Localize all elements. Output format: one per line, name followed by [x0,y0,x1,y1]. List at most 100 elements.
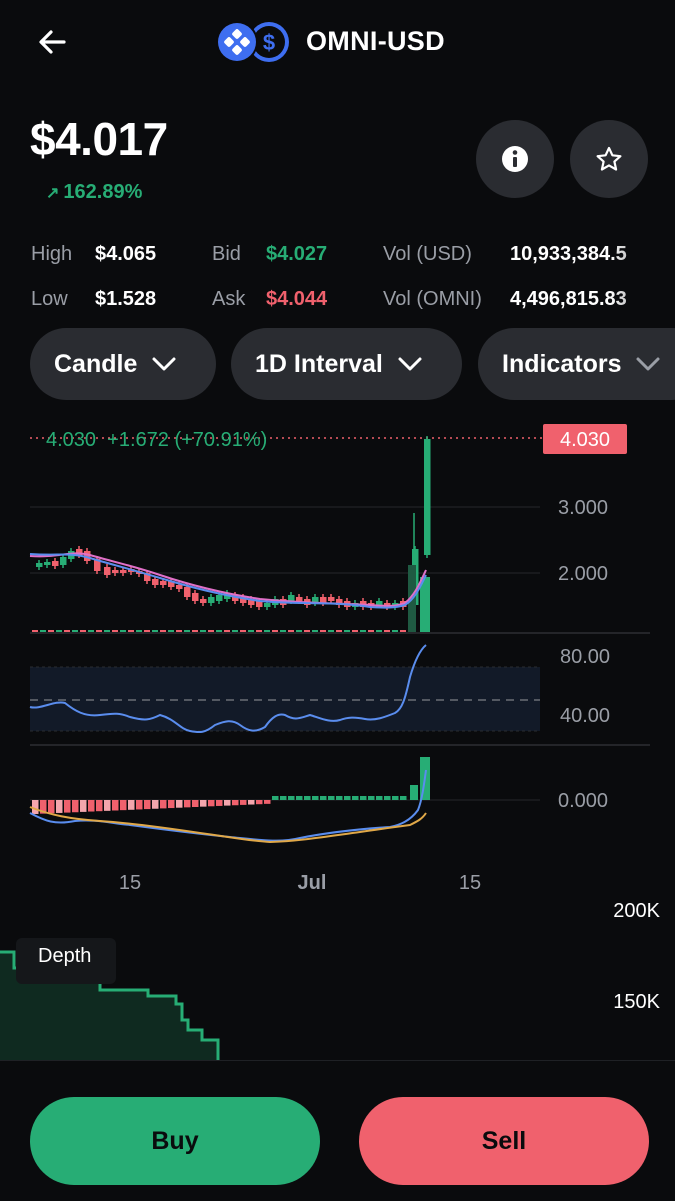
candle [176,585,183,589]
macd-bar [224,800,231,806]
current-price: $4.017 [30,113,168,165]
volume-bar [184,630,190,632]
depth-chart[interactable]: Depth 200K 150K [0,900,675,1060]
x-tick: 15 [459,872,481,894]
chart-type-select[interactable]: Candle [30,328,216,400]
arrow-left-icon [39,30,66,54]
volume-bar [104,630,110,632]
macd-bar [128,800,135,810]
volume-bar [80,630,86,632]
candle [152,579,159,585]
price-chart[interactable]: 4.030 +1.672 (+70.91%) 4.030 3.000 2.000… [0,415,675,905]
rsi-tick: 80.00 [560,646,610,668]
candle [208,597,215,603]
volume-bar [136,630,142,632]
volume-bars [32,565,430,632]
candle [184,587,191,597]
stat-ask-value: $4.044 [266,288,328,310]
volume-bar [208,630,214,632]
volume-bar [400,630,406,632]
volume-bar [88,630,94,632]
macd-bar [48,800,55,814]
macd-bar [336,796,343,800]
sell-button[interactable]: Sell [359,1097,649,1185]
macd-bar [120,800,127,811]
buy-button[interactable]: Buy [30,1097,320,1185]
candle [44,562,51,565]
price-change: ↗ 162.89% [46,181,142,204]
volume-bar [272,630,278,632]
stat-low-value: $1.528 [95,288,157,310]
stat-ask: Ask [212,288,246,310]
macd-bar [80,800,87,812]
macd-bar [400,796,407,800]
volume-bar [248,630,254,632]
volume-bar [112,630,118,632]
candle [112,570,119,573]
volume-bar [64,630,70,632]
stat-high-value: $4.065 [95,243,157,265]
stat-bid: Bid [212,243,241,265]
macd-bar [152,800,159,809]
macd-bar [112,800,119,811]
macd-bar [56,800,63,813]
candle [160,581,167,585]
volume-bar [200,630,206,632]
volume-bar [320,630,326,632]
volume-bar [328,630,334,632]
info-button[interactable] [476,120,554,198]
candle [264,603,271,607]
macd-bar [104,800,111,811]
macd-bar [96,800,103,812]
top-nav-bar: $ OMNI-USD [0,0,675,90]
ma-line [29,553,427,609]
macd-bar [240,800,247,805]
macd-bar [368,796,375,800]
back-button[interactable] [34,22,74,62]
volume-bar [48,630,54,632]
candle [60,557,67,565]
volume-bar [224,630,230,632]
price-tick: 2.000 [558,563,608,585]
chevron-down-icon [636,357,660,371]
macd-tick: 0.000 [558,790,608,812]
x-tick: Jul [298,872,327,894]
macd-histogram [32,757,430,814]
volume-bar [296,630,302,632]
macd-bar [360,796,367,800]
volume-bar [144,630,150,632]
indicators-select[interactable]: Indicators [478,328,675,400]
candle [104,567,111,575]
volume-bar [392,630,398,632]
volume-bar [376,630,382,632]
depth-tick: 150K [613,991,660,1013]
stat-vol-omni: Vol (OMNI) [383,288,482,310]
stat-bid-value: $4.027 [266,243,328,265]
rsi-band [30,667,540,731]
price-change-percent: 162.89% [63,181,143,203]
signal-line [29,806,427,844]
chevron-down-icon [398,357,422,371]
volume-bar [72,630,78,632]
watchlist-button[interactable] [570,120,648,198]
volume-bar [32,630,38,632]
volume-bar [56,630,62,632]
macd-bar [168,800,175,809]
candle [296,597,303,601]
interval-select[interactable]: 1D Interval [231,328,462,400]
macd-bar [88,800,95,812]
macd-bar [344,796,351,800]
star-icon [596,146,622,171]
macd-bar [384,796,391,800]
volume-bar [128,630,134,632]
rsi-tick: 40.00 [560,705,610,727]
interval-label: 1D Interval [255,349,383,378]
macd-bar [320,796,327,800]
candle [328,597,335,601]
volume-bar [192,630,198,632]
macd-bar [184,800,191,808]
macd-bar [376,796,383,800]
stats-fade [610,238,675,318]
macd-bar [192,800,199,807]
volume-bar [352,630,358,632]
